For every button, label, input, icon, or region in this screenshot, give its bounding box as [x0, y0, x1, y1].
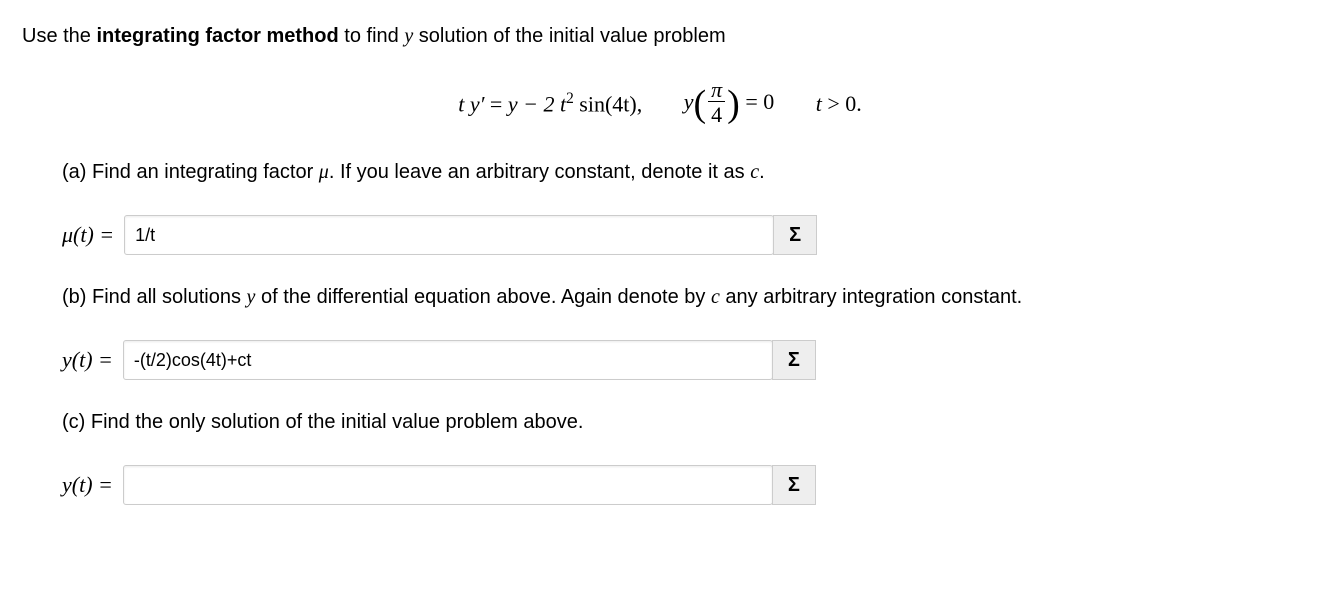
- mu-input[interactable]: [124, 215, 774, 255]
- part-a-mu: μ: [319, 161, 329, 183]
- input-row-b: y(t) = Σ: [62, 340, 1298, 380]
- ode-sup: 2: [566, 90, 574, 107]
- domain-rest: > 0.: [822, 91, 862, 116]
- input-row-a: μ(t) = Σ: [62, 215, 1298, 255]
- displayed-equation: t y′ = y − 2 t2 sin(4t), y( π 4 ) = 0 t …: [22, 79, 1298, 128]
- part-b-post: any arbitrary integration constant.: [720, 286, 1022, 308]
- y-ivp-input[interactable]: [123, 465, 773, 505]
- intro-var-y: y: [404, 25, 413, 47]
- part-b-mid: of the differential equation above. Agai…: [255, 286, 711, 308]
- ic-eq: = 0: [745, 89, 774, 114]
- sigma-icon: Σ: [788, 346, 800, 375]
- input-row-c: y(t) = Σ: [62, 465, 1298, 505]
- part-b-pre: (b) Find all solutions: [62, 286, 247, 308]
- sigma-icon: Σ: [789, 221, 801, 250]
- part-b-text: (b) Find all solutions y of the differen…: [62, 283, 1298, 312]
- ode-eq: =: [490, 91, 508, 116]
- intro-post: solution of the initial value problem: [413, 25, 725, 47]
- intro-bold: integrating factor method: [96, 25, 338, 47]
- y-general-input[interactable]: [123, 340, 773, 380]
- part-c-body: (c) Find the only solution of the initia…: [62, 411, 583, 433]
- part-a-mid: . If you leave an arbitrary constant, de…: [329, 161, 750, 183]
- ode-sin: sin(4t),: [579, 91, 642, 116]
- input-c-label: y(t) =: [62, 469, 113, 501]
- intro-pre: Use the: [22, 25, 96, 47]
- sigma-button-b[interactable]: Σ: [772, 340, 816, 380]
- sigma-icon: Σ: [788, 471, 800, 500]
- part-b-c: c: [711, 286, 720, 308]
- part-a-pre: (a) Find an integrating factor: [62, 161, 319, 183]
- input-a-label: μ(t) =: [62, 219, 114, 251]
- intro-text: Use the integrating factor method to fin…: [22, 22, 1298, 51]
- ic-frac: π 4: [708, 79, 725, 128]
- ic-frac-num: π: [708, 79, 725, 101]
- part-c-text: (c) Find the only solution of the initia…: [62, 408, 1298, 437]
- sigma-button-a[interactable]: Σ: [773, 215, 817, 255]
- part-a-text: (a) Find an integrating factor μ. If you…: [62, 158, 1298, 187]
- input-b-label: y(t) =: [62, 344, 113, 376]
- ode-rhs: y − 2 t: [508, 91, 566, 116]
- ode-lhs: t y′: [458, 91, 484, 116]
- ic-frac-den: 4: [708, 101, 725, 128]
- part-a-c: c: [750, 161, 759, 183]
- sigma-button-c[interactable]: Σ: [772, 465, 816, 505]
- part-a-post: .: [759, 161, 765, 183]
- intro-mid: to find: [339, 25, 405, 47]
